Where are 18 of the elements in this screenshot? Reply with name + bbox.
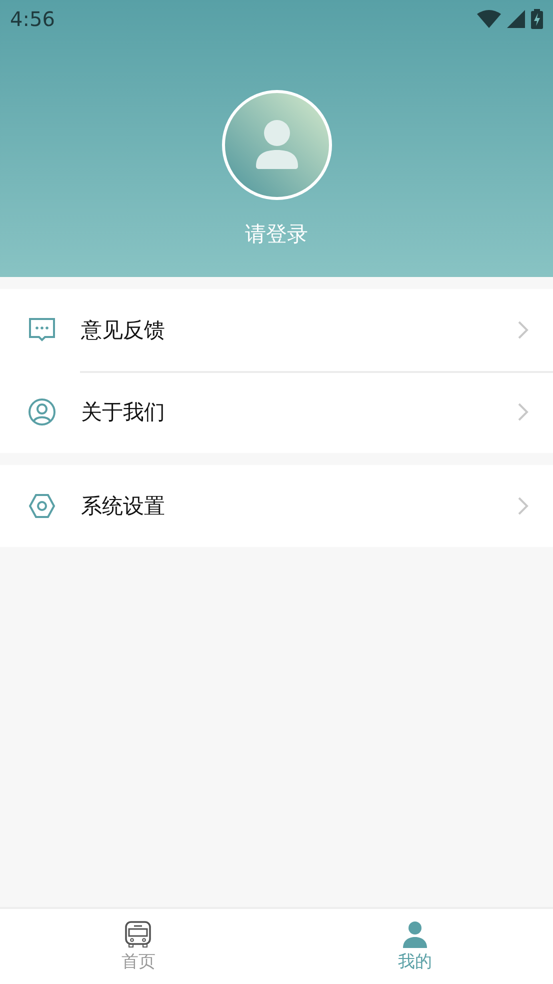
chat-icon	[28, 317, 56, 343]
signal-icon	[507, 10, 525, 28]
menu-item-label: 系统设置	[81, 493, 166, 520]
user-icon	[28, 398, 56, 426]
bus-icon	[123, 920, 154, 950]
chevron-right-icon	[517, 402, 529, 422]
menu-item[interactable]: 意见反馈	[0, 289, 553, 371]
status-time: 4:56	[10, 7, 55, 31]
wifi-icon	[477, 10, 501, 28]
chevron-right-icon	[517, 496, 529, 516]
menu-item-label: 关于我们	[81, 399, 166, 426]
battery-icon	[531, 9, 543, 29]
menu-item[interactable]: 关于我们	[0, 371, 553, 453]
settings-icon	[28, 493, 56, 519]
person-icon	[254, 120, 300, 170]
menu-item-label: 意见反馈	[81, 317, 166, 344]
chevron-right-icon	[517, 320, 529, 340]
menu-item[interactable]: 系统设置	[0, 465, 553, 547]
